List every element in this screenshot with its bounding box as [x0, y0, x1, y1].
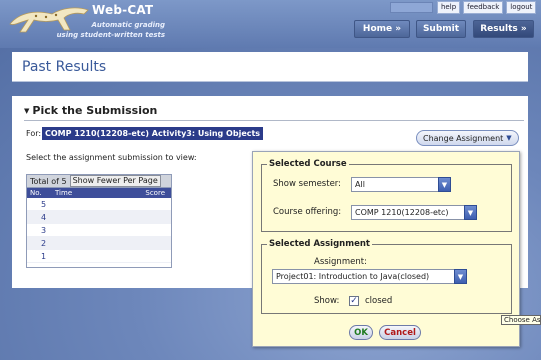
column-score[interactable]: Score	[145, 189, 165, 197]
feedback-link[interactable]: feedback	[463, 1, 504, 14]
submissions-table: Total of 5 Show Fewer Per Page No. Time …	[26, 174, 172, 268]
semester-select[interactable]: All ▼	[351, 177, 451, 192]
assignment-label: Assignment:	[314, 257, 367, 267]
nav-submit-button[interactable]: Submit	[416, 20, 466, 38]
semester-value: All	[355, 180, 365, 189]
row-number[interactable]: 1	[41, 252, 46, 261]
change-assignment-label: Change Assignment	[423, 133, 504, 143]
assignment-value: Project01: Introduction to Java(closed)	[276, 272, 430, 281]
page-title-panel: Past Results	[12, 52, 528, 82]
selected-assignment-fieldset: Selected Assignment Assignment: Project0…	[261, 239, 512, 314]
table-row[interactable]: 5	[27, 198, 171, 211]
section-title: Pick the Submission	[32, 104, 158, 117]
chevron-down-icon[interactable]: ▼	[438, 177, 451, 192]
header-bar: Web-CAT Automatic grading using student-…	[0, 0, 541, 48]
logout-link[interactable]: logout	[506, 1, 537, 14]
table-row[interactable]: 3	[27, 224, 171, 237]
column-no[interactable]: No.	[30, 189, 42, 197]
total-count: Total of 5	[30, 176, 67, 186]
nav-home-button[interactable]: Home »	[354, 20, 410, 38]
table-row[interactable]: 2	[27, 237, 171, 250]
brand-name: Web-CAT	[92, 3, 154, 17]
utility-links: help feedback logout	[437, 1, 537, 14]
assignment-select[interactable]: Project01: Introduction to Java(closed) …	[272, 269, 467, 284]
selected-course-legend: Selected Course	[267, 159, 349, 169]
table-row[interactable]: 1	[27, 250, 171, 263]
for-label: For:	[26, 129, 42, 138]
table-toolbar: Total of 5 Show Fewer Per Page	[27, 175, 171, 188]
closed-checkbox[interactable]: ✓	[349, 296, 359, 306]
table-row[interactable]: 4	[27, 211, 171, 224]
row-number[interactable]: 3	[41, 226, 46, 235]
tagline: Automatic grading using student-written …	[55, 20, 165, 40]
change-assignment-button[interactable]: Change Assignment ▼	[416, 130, 519, 146]
show-fewer-button[interactable]: Show Fewer Per Page	[69, 175, 161, 187]
utility-search-box[interactable]	[390, 2, 433, 13]
semester-label: Show semester:	[273, 179, 342, 189]
change-assignment-popup: Selected Course Show semester: All ▼ Cou…	[252, 151, 520, 347]
offering-value: COMP 1210(12208-etc)	[355, 208, 449, 217]
nav-results-button[interactable]: Results »	[473, 20, 534, 38]
section-divider	[24, 120, 524, 121]
row-number[interactable]: 2	[41, 239, 46, 248]
column-time[interactable]: Time	[55, 189, 72, 197]
offering-label: Course offering:	[273, 207, 342, 217]
row-number[interactable]: 4	[41, 213, 46, 222]
select-prompt: Select the assignment submission to view…	[26, 153, 197, 162]
collapse-triangle-icon[interactable]: ▼	[24, 107, 29, 115]
offering-select[interactable]: COMP 1210(12208-etc) ▼	[351, 205, 477, 220]
ok-button[interactable]: OK	[349, 325, 373, 340]
page-title: Past Results	[22, 59, 107, 75]
current-assignment: COMP 1210(12208-etc) Activity3: Using Ob…	[42, 127, 264, 140]
chevron-down-icon[interactable]: ▼	[464, 205, 477, 220]
row-number[interactable]: 5	[41, 200, 46, 209]
cancel-button[interactable]: Cancel	[379, 325, 421, 340]
selected-assignment-legend: Selected Assignment	[267, 239, 372, 249]
chevron-down-icon: ▼	[506, 134, 512, 142]
selected-course-fieldset: Selected Course Show semester: All ▼ Cou…	[261, 159, 512, 232]
tagline-line-1: Automatic grading	[91, 21, 166, 29]
closed-label: closed	[365, 296, 393, 306]
tooltip: Choose Assi	[501, 315, 541, 325]
help-link[interactable]: help	[437, 1, 461, 14]
chevron-down-icon[interactable]: ▼	[454, 269, 467, 284]
section-header[interactable]: ▼ Pick the Submission	[24, 104, 157, 117]
tagline-line-2: using student-written tests	[56, 31, 165, 39]
show-label: Show:	[314, 296, 340, 306]
table-header: No. Time Score	[27, 188, 171, 198]
